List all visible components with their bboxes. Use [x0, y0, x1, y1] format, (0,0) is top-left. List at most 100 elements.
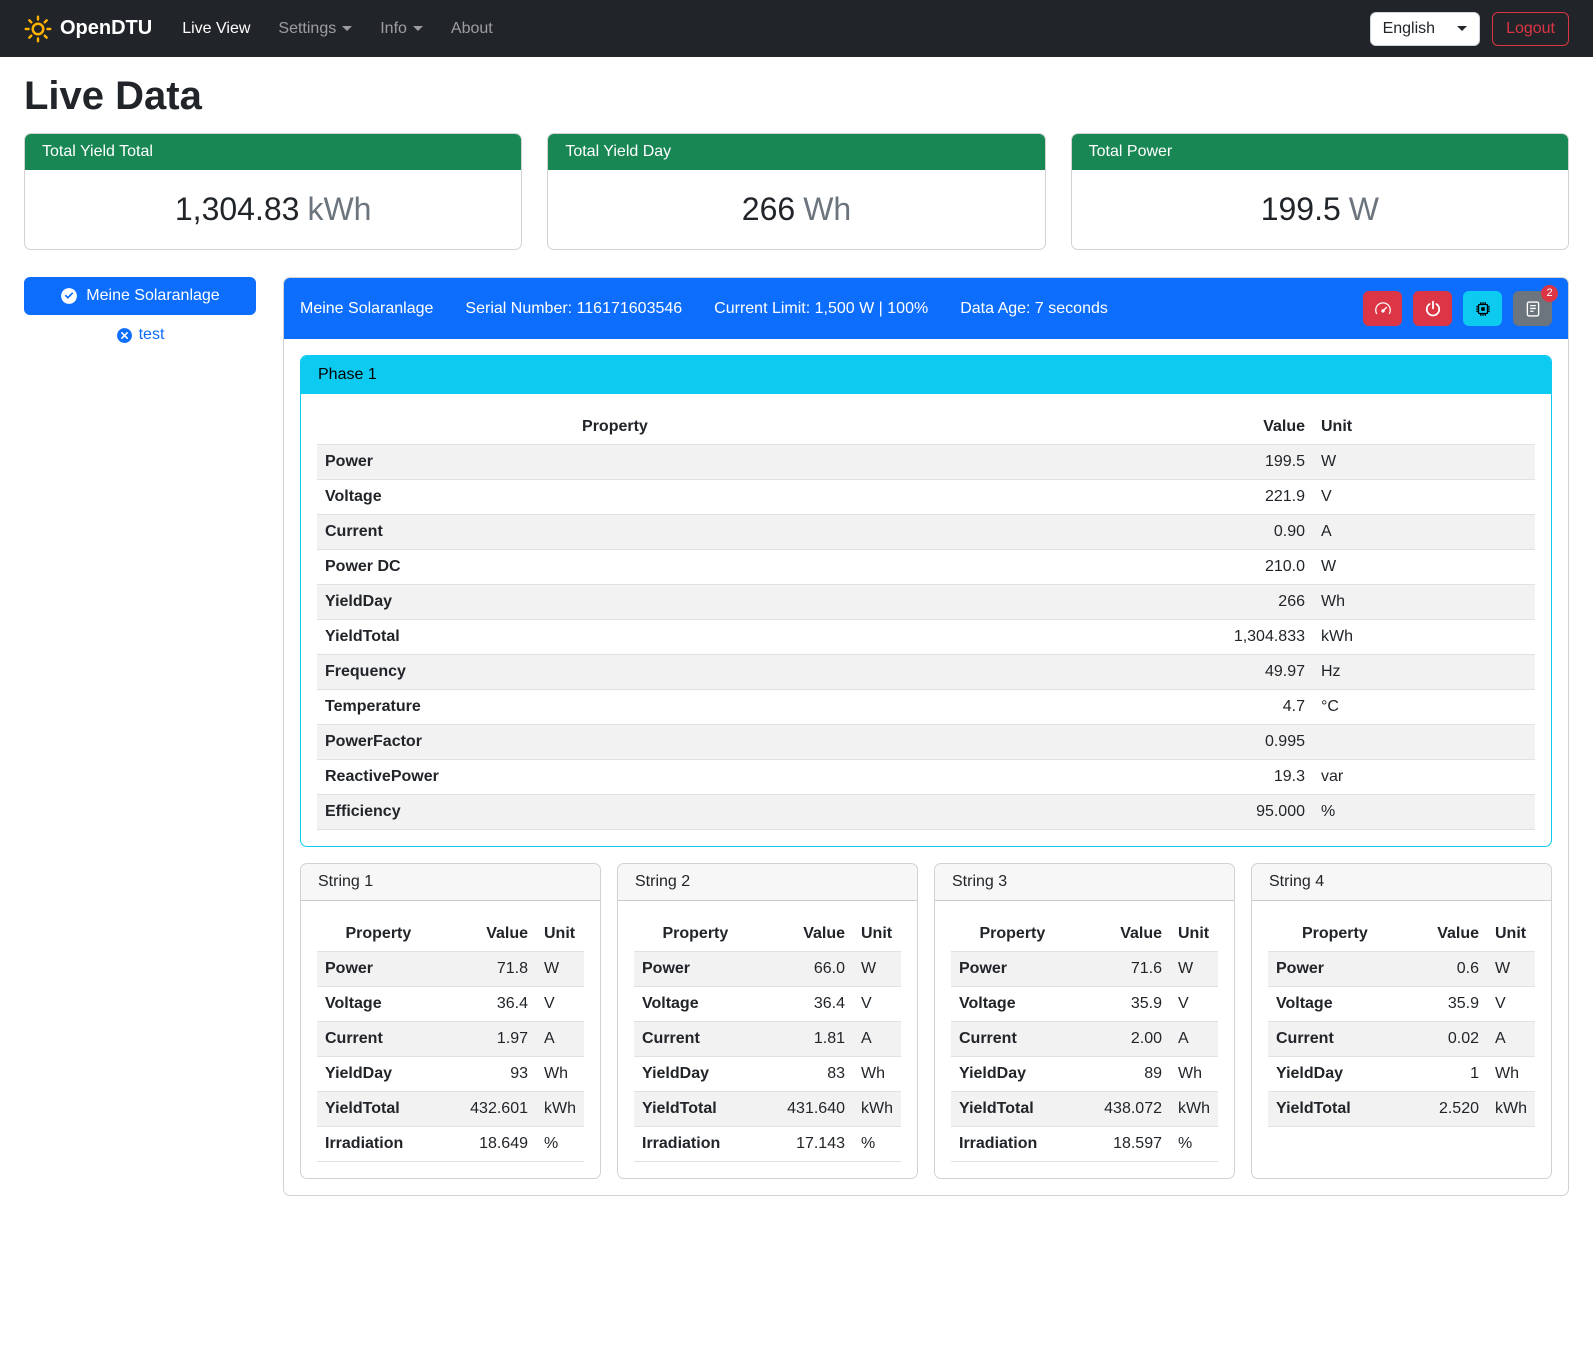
property-name: ReactivePower	[317, 760, 913, 795]
property-value: 71.8	[440, 952, 536, 987]
property-name: Power	[317, 445, 913, 480]
nav-settings[interactable]: Settings	[264, 12, 366, 46]
table-row: Irradiation17.143%	[634, 1127, 901, 1162]
property-unit: V	[536, 987, 584, 1022]
summary-card-body: 266Wh	[548, 170, 1044, 249]
page-title: Live Data	[24, 74, 1569, 119]
inverter-actions: 2	[1363, 291, 1552, 326]
property-unit: Wh	[536, 1057, 584, 1092]
phase-card-body: Property Value Unit Power199.5WVoltage22…	[301, 394, 1551, 846]
property-value: 93	[440, 1057, 536, 1092]
speedometer-icon	[1374, 300, 1392, 318]
nav-settings-label: Settings	[278, 20, 336, 38]
table-row: Irradiation18.649%	[317, 1127, 584, 1162]
language-value: English	[1383, 20, 1435, 38]
language-select[interactable]: English	[1370, 12, 1480, 46]
property-unit: V	[1170, 987, 1218, 1022]
property-value: 438.072	[1074, 1092, 1170, 1127]
property-name: Current	[634, 1022, 757, 1057]
property-value: 18.649	[440, 1127, 536, 1162]
property-value: 19.3	[913, 760, 1313, 795]
property-unit: kWh	[853, 1092, 901, 1127]
table-row: Power0.6W	[1268, 952, 1535, 987]
nav-info[interactable]: Info	[366, 12, 437, 46]
summary-card-body: 1,304.83kWh	[25, 170, 521, 249]
table-header-row: Property Value Unit	[317, 917, 584, 952]
string-card-body: Property Value Unit Power0.6WVoltage35.9…	[1252, 901, 1551, 1143]
cpu-icon	[1474, 300, 1492, 318]
table-row: Voltage36.4V	[634, 987, 901, 1022]
limit-settings-button[interactable]	[1363, 291, 1402, 326]
property-name: Current	[317, 1022, 440, 1057]
table-header-row: Property Value Unit	[1268, 917, 1535, 952]
property-unit: V	[853, 987, 901, 1022]
phase-table-body: Power199.5WVoltage221.9VCurrent0.90APowe…	[317, 445, 1535, 830]
string-card: String 4 Property Value Unit Power0.6WVo…	[1251, 863, 1552, 1179]
property-name: YieldTotal	[951, 1092, 1074, 1127]
property-unit: W	[853, 952, 901, 987]
power-button[interactable]	[1413, 291, 1452, 326]
property-unit: °C	[1313, 690, 1535, 725]
x-circle-icon	[116, 327, 133, 344]
property-unit: W	[1313, 445, 1535, 480]
property-value: 35.9	[1402, 987, 1487, 1022]
nav-about[interactable]: About	[437, 12, 507, 46]
string-card: String 2 Property Value Unit Power66.0WV…	[617, 863, 918, 1179]
property-value: 431.640	[757, 1092, 853, 1127]
property-value: 0.995	[913, 725, 1313, 760]
brand-label: OpenDTU	[60, 17, 152, 40]
event-count-badge: 2	[1541, 285, 1558, 302]
sidebar-item-inverter[interactable]: Meine Solaranlage	[24, 277, 256, 315]
logout-button[interactable]: Logout	[1492, 12, 1569, 46]
property-unit: Hz	[1313, 655, 1535, 690]
property-name: Power	[1268, 952, 1402, 987]
table-row: YieldDay266Wh	[317, 585, 1535, 620]
check-circle-icon	[60, 287, 78, 305]
table-header-row: Property Value Unit	[951, 917, 1218, 952]
property-unit: kWh	[1170, 1092, 1218, 1127]
summary-value: 199.5	[1261, 191, 1341, 227]
property-value: 432.601	[440, 1092, 536, 1127]
sidebar-item-test[interactable]: test	[24, 326, 256, 344]
table-header-row: Property Value Unit	[317, 410, 1535, 445]
property-value: 266	[913, 585, 1313, 620]
property-unit: kWh	[536, 1092, 584, 1127]
column-header-unit: Unit	[853, 917, 901, 952]
inverter-current-limit: Current Limit: 1,500 W | 100%	[714, 300, 928, 318]
brand[interactable]: OpenDTU	[24, 15, 152, 43]
column-header-unit: Unit	[1313, 410, 1535, 445]
string-card-title: String 4	[1252, 864, 1551, 901]
property-value: 0.02	[1402, 1022, 1487, 1057]
property-unit: A	[853, 1022, 901, 1057]
property-value: 1	[1402, 1057, 1487, 1092]
summary-unit: kWh	[307, 191, 371, 227]
column-header-value: Value	[913, 410, 1313, 445]
property-value: 35.9	[1074, 987, 1170, 1022]
property-unit: A	[1170, 1022, 1218, 1057]
table-row: Irradiation18.597%	[951, 1127, 1218, 1162]
property-name: Current	[317, 515, 913, 550]
power-icon	[1424, 300, 1442, 318]
nav-links: Live View Settings Info About	[168, 12, 507, 46]
summary-cards-row: Total Yield Total 1,304.83kWh Total Yiel…	[24, 133, 1569, 250]
property-name: Power	[634, 952, 757, 987]
property-name: Efficiency	[317, 795, 913, 830]
property-unit: Wh	[1313, 585, 1535, 620]
string-table: Property Value Unit Power0.6WVoltage35.9…	[1268, 917, 1535, 1127]
summary-unit: W	[1349, 191, 1379, 227]
device-info-button[interactable]	[1463, 291, 1502, 326]
property-unit: %	[853, 1127, 901, 1162]
navbar-right: English Logout	[1370, 12, 1569, 46]
event-log-button[interactable]: 2	[1513, 291, 1552, 326]
table-row: Power71.6W	[951, 952, 1218, 987]
summary-card-body: 199.5W	[1072, 170, 1568, 249]
column-header-property: Property	[1268, 917, 1402, 952]
property-name: Voltage	[1268, 987, 1402, 1022]
string-card-title: String 3	[935, 864, 1234, 901]
nav-live-view[interactable]: Live View	[168, 12, 264, 46]
column-header-property: Property	[634, 917, 757, 952]
property-name: Power	[317, 952, 440, 987]
phase-card: Phase 1 Property Value Unit Power199.5WV…	[300, 355, 1552, 847]
property-name: Power	[951, 952, 1074, 987]
property-unit: %	[1313, 795, 1535, 830]
